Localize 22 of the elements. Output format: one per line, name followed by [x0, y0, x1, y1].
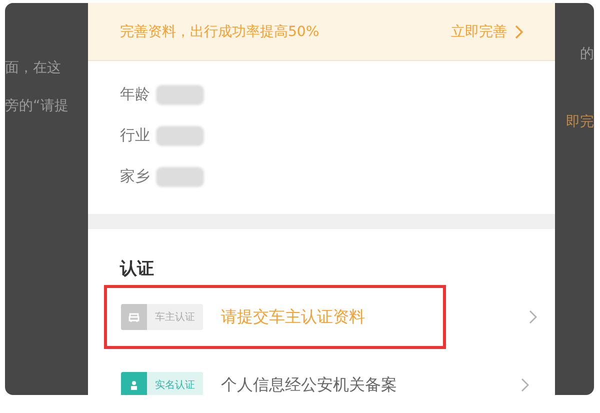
- verification-status: 请提交车主认证资料: [221, 306, 365, 328]
- car-icon: [121, 304, 147, 330]
- section-title: 认证: [120, 258, 155, 280]
- banner-message: 完善资料，出行成功率提高50%: [120, 22, 320, 40]
- chevron-right-icon: [529, 310, 537, 324]
- field-label: 年龄: [120, 85, 150, 104]
- complete-link[interactable]: 立即完善: [451, 22, 523, 40]
- chevron-right-icon: [515, 24, 523, 38]
- background-text: 旁的“请提: [5, 97, 68, 115]
- field-label: 家乡: [120, 167, 150, 186]
- field-label: 行业: [120, 126, 150, 145]
- chevron-right-icon: [521, 378, 529, 392]
- background-text: 即完: [566, 113, 594, 131]
- redacted-value: [156, 84, 204, 104]
- background-text: 的: [580, 45, 594, 63]
- background-text: 面，在这: [5, 59, 61, 77]
- verification-badge: 实名认证: [121, 372, 203, 395]
- redacted-value: [156, 166, 204, 186]
- verification-badge: 车主认证: [121, 304, 203, 330]
- verification-row[interactable]: 实名认证 个人信息经公安机关备案: [104, 353, 540, 395]
- verification-status: 个人信息经公安机关备案: [221, 374, 397, 395]
- redacted-value: [156, 126, 204, 146]
